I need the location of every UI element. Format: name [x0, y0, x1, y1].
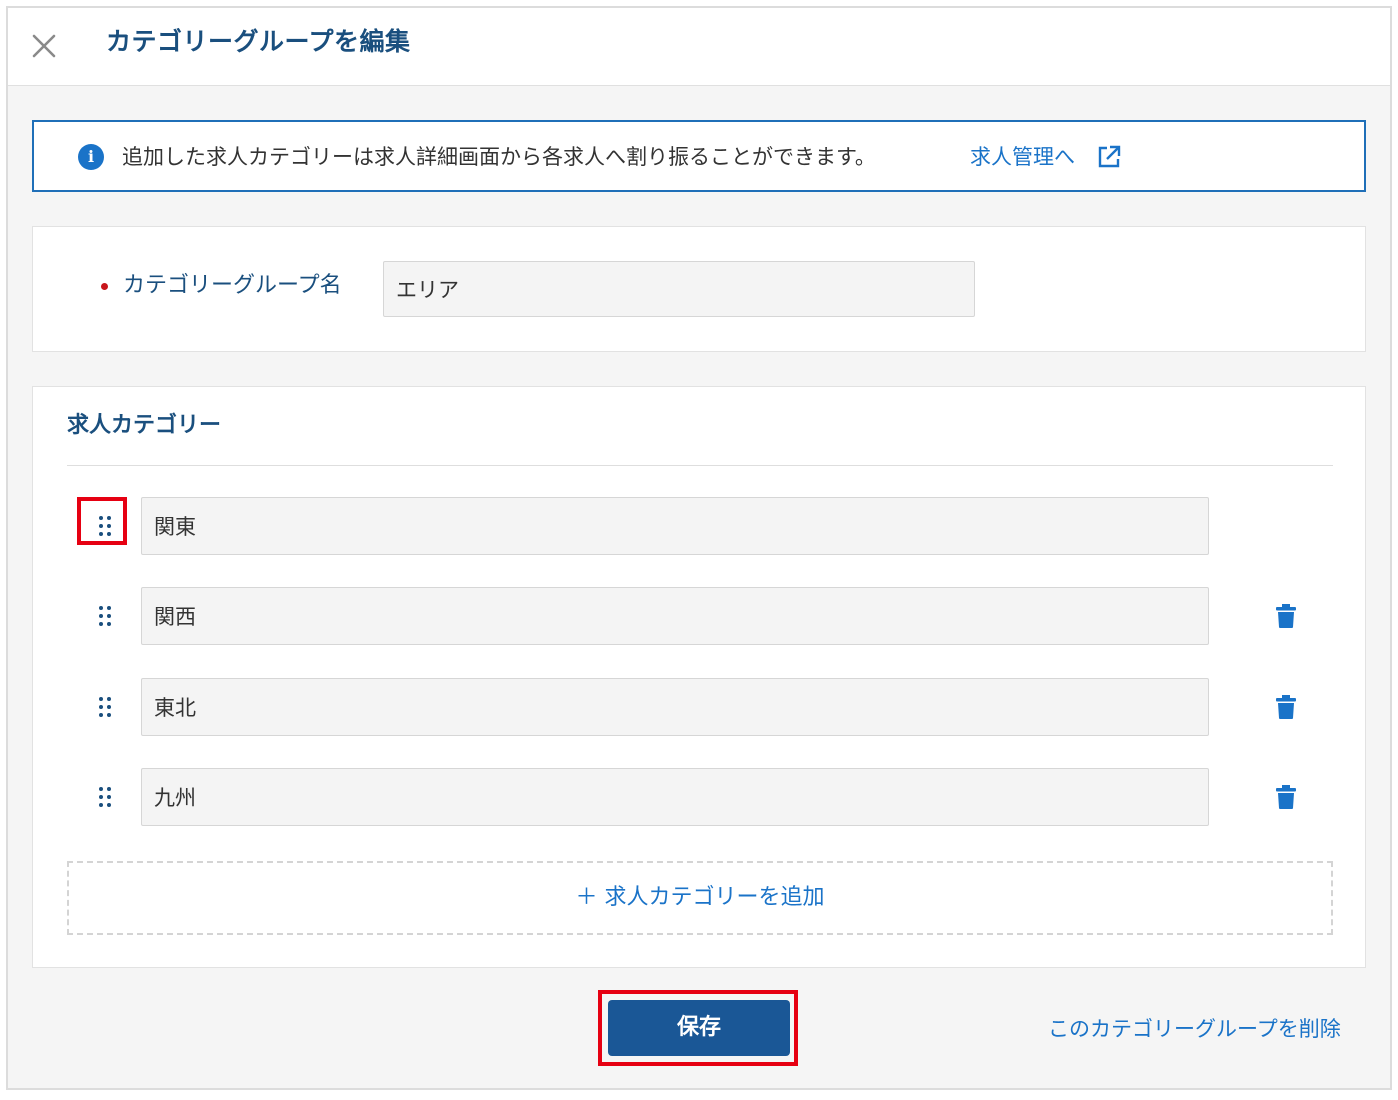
divider — [67, 465, 1333, 466]
external-link-icon[interactable] — [1096, 144, 1122, 170]
category-input[interactable] — [141, 497, 1209, 555]
drag-handle-icon[interactable] — [91, 780, 119, 812]
drag-handle-icon[interactable] — [91, 690, 119, 722]
category-input[interactable] — [141, 768, 1209, 826]
add-category-button[interactable]: ＋ 求人カテゴリーを追加 — [67, 861, 1333, 935]
trash-icon[interactable] — [1275, 784, 1297, 810]
section-title: 求人カテゴリー — [67, 413, 222, 438]
delete-group-link[interactable]: このカテゴリーグループを削除 — [1048, 1012, 1341, 1046]
required-marker — [101, 283, 108, 290]
info-banner: i 追加した求人カテゴリーは求人詳細画面から各求人へ割り振ることができます。 求… — [32, 120, 1366, 192]
category-input[interactable] — [141, 678, 1209, 736]
modal-title: カテゴリーグループを編集 — [106, 27, 411, 56]
trash-icon[interactable] — [1275, 603, 1297, 629]
add-category-label: ＋ 求人カテゴリーを追加 — [575, 885, 825, 910]
drag-handle-icon[interactable] — [91, 509, 119, 541]
group-name-label: カテゴリーグループ名 — [123, 273, 342, 298]
trash-icon[interactable] — [1275, 694, 1297, 720]
job-management-link[interactable]: 求人管理へ — [970, 140, 1075, 174]
save-button[interactable]: 保存 — [608, 1000, 790, 1056]
group-name-input[interactable] — [383, 261, 975, 317]
drag-handle-icon[interactable] — [91, 599, 119, 631]
info-text: 追加した求人カテゴリーは求人詳細画面から各求人へ割り振ることができます。 — [122, 145, 876, 169]
close-icon[interactable] — [28, 30, 60, 62]
job-category-card: 求人カテゴリー 関東 関西 東北 九州 ＋ 求人カテゴリーを追加 — [32, 386, 1366, 968]
edit-category-group-modal: カテゴリーグループを編集 i 追加した求人カテゴリーは求人詳細画面から各求人へ割… — [6, 6, 1392, 1090]
category-input[interactable] — [141, 587, 1209, 645]
group-name-card: カテゴリーグループ名 — [32, 226, 1366, 352]
modal-header: カテゴリーグループを編集 — [8, 8, 1390, 86]
info-icon: i — [78, 144, 104, 170]
